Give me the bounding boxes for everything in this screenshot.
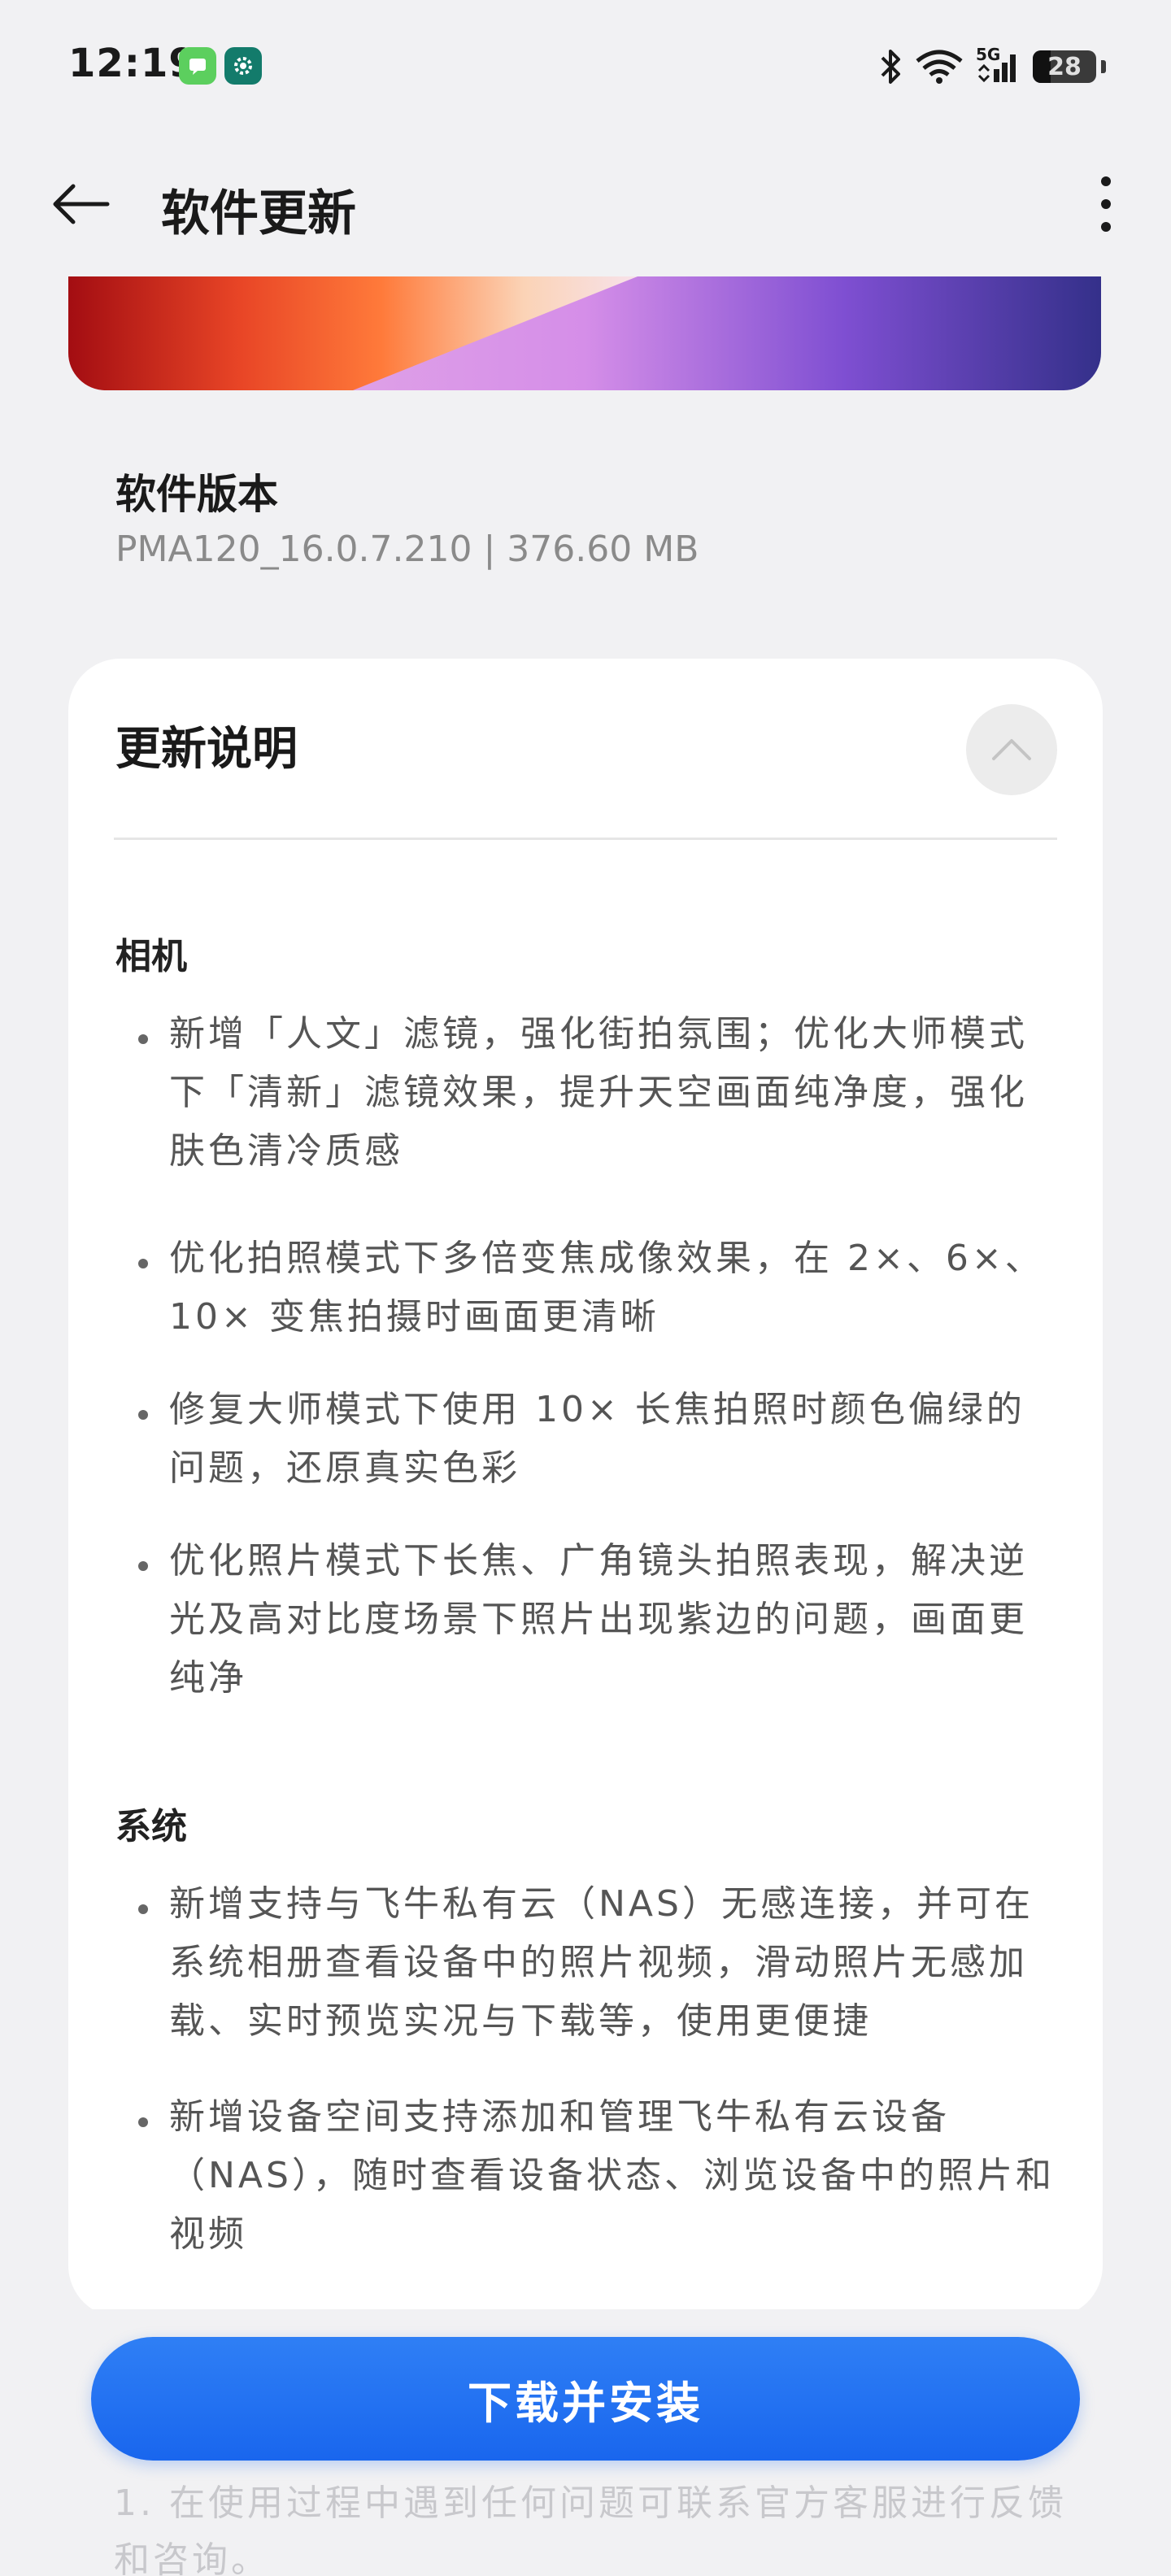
chevron-up-icon [992, 739, 1031, 760]
list-item: 优化照片模式下长焦、广角镜头拍照表现，解决逆光及高对比度场景下照片出现紫边的问题… [169, 1540, 1028, 1699]
collapse-button[interactable] [966, 704, 1057, 795]
status-icons: 5G 28 [878, 42, 1106, 91]
list-item: 新增设备空间支持添加和管理飞牛私有云设备（NAS），随时查看设备状态、浏览设备中… [169, 2096, 1055, 2255]
download-install-button[interactable]: 下载并安装 [91, 2337, 1080, 2461]
arrow-left-icon [53, 184, 110, 224]
card-divider [114, 838, 1057, 840]
release-notes-title: 更新说明 [115, 723, 298, 776]
more-vertical-icon [1101, 176, 1111, 186]
page-title: 软件更新 [161, 185, 356, 242]
battery-icon: 28 [1033, 50, 1096, 83]
status-bar: 12:19 5G 28 [0, 0, 1171, 130]
bullet [138, 1259, 148, 1268]
wifi-icon [914, 48, 964, 85]
software-version-label: 软件版本 [115, 471, 278, 518]
app-header: 软件更新 [0, 146, 1171, 260]
list-item: 新增「人文」滤镜，强化街拍氛围；优化大师模式下「清新」滤镜效果，提升天空画面纯净… [169, 1013, 1028, 1172]
messages-app-icon [179, 47, 216, 85]
battery-level: 28 [1047, 52, 1082, 81]
bullet [138, 1034, 148, 1044]
software-version-value: PMA120_16.0.7.210 | 376.60 MB [115, 529, 699, 570]
footer-note: 1. 在使用过程中遇到任何问题可联系官方客服进行反馈和咨询。 [114, 2482, 1067, 2576]
update-banner-image [68, 276, 1101, 390]
bullet [138, 1561, 148, 1571]
settings-app-icon [224, 47, 262, 85]
network-type: 5G [976, 45, 1001, 64]
list-item: 修复大师模式下使用 10× 长焦拍照时颜色偏绿的问题，还原真实色彩 [169, 1389, 1025, 1489]
list-item: 优化拍照模式下多倍变焦成像效果，在 2×、6×、10× 变焦拍摄时画面更清晰 [169, 1238, 1044, 1338]
cellular-signal-icon: 5G [976, 45, 1021, 85]
release-notes-card: 更新说明 相机 新增「人文」滤镜，强化街拍氛围；优化大师模式下「清新」滤镜效果，… [68, 659, 1103, 2317]
bullet [138, 1410, 148, 1420]
bluetooth-icon [878, 48, 903, 85]
back-button[interactable] [44, 168, 117, 241]
bullet [138, 2117, 148, 2127]
battery-tip [1101, 60, 1106, 73]
section-title-camera: 相机 [115, 936, 187, 977]
section-title-system: 系统 [115, 1806, 187, 1847]
more-button[interactable] [1073, 168, 1138, 241]
status-time: 12:19 [68, 41, 197, 86]
bullet [138, 1904, 148, 1914]
list-item: 新增支持与飞牛私有云（NAS）无感连接，并可在系统相册查看设备中的照片视频，滑动… [169, 1883, 1034, 2042]
